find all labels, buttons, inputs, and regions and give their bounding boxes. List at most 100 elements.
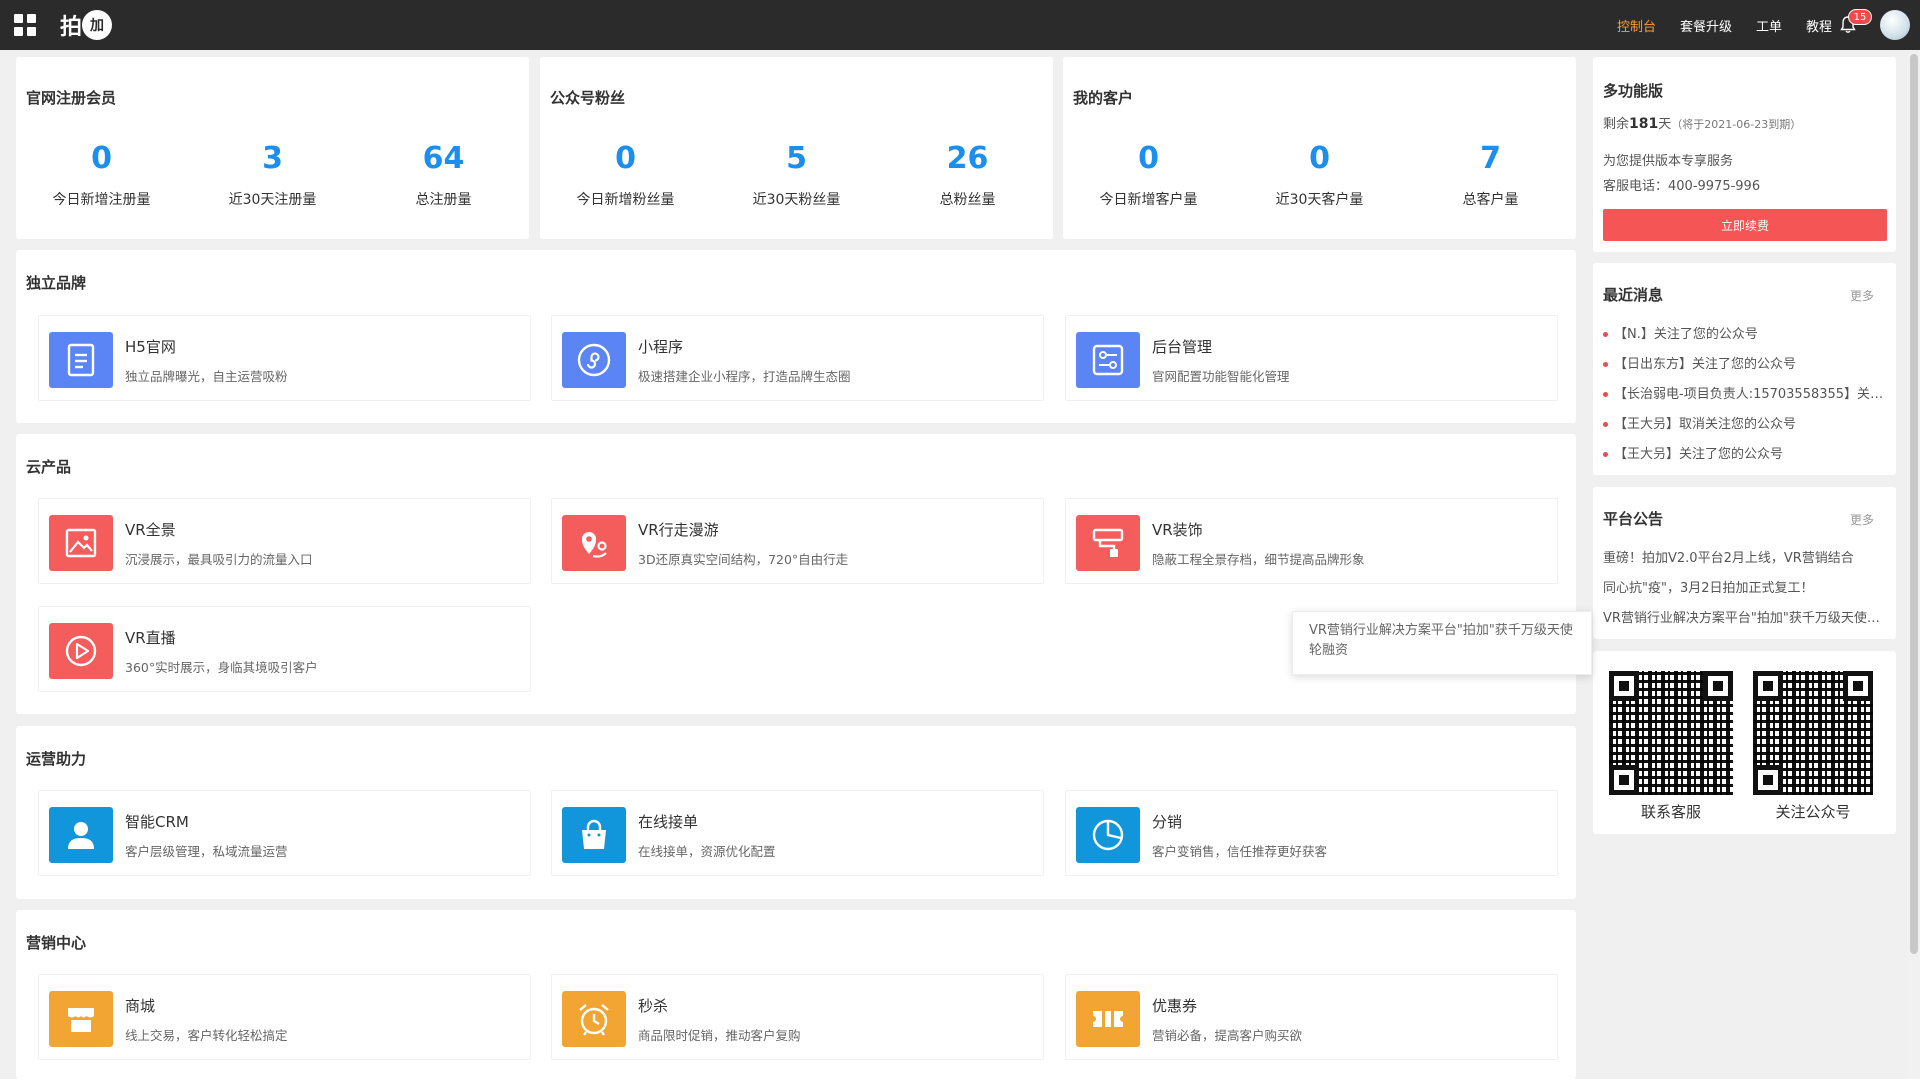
user-icon: [49, 807, 113, 863]
map-pin-icon: [562, 515, 626, 571]
stat-label: 今日新增注册量: [52, 192, 151, 208]
qrcode-card: 联系客服 关注公众号: [1593, 651, 1896, 834]
tile-desc: 3D还原真实空间结构，720°自由行走: [638, 552, 849, 567]
nav-tickets[interactable]: 工单: [1756, 16, 1782, 35]
stat-value[interactable]: 3: [187, 139, 358, 179]
stat-value[interactable]: 5: [711, 139, 882, 179]
page-scrollbar[interactable]: [1908, 50, 1920, 1079]
tile-name: 秒杀: [638, 997, 669, 1015]
tile-desc: 在线接单，资源优化配置: [638, 844, 776, 859]
tile-online-orders[interactable]: 在线接单 在线接单，资源优化配置: [551, 790, 1044, 876]
qrcode-follow: [1753, 671, 1873, 795]
tile-vr-live[interactable]: VR直播 360°实时展示，身临其境吸引客户: [38, 606, 531, 692]
shopping-bag-icon: [562, 807, 626, 863]
section-operations: 运营助力 智能CRM 客户层级管理，私域流量运营 在线接单 在线接单，资源优化配…: [16, 726, 1576, 899]
tile-name: 商城: [125, 997, 156, 1015]
notice-item[interactable]: 同心抗"疫"，3月2日拍加正式复工！: [1603, 577, 1885, 596]
notice-item[interactable]: 重磅！拍加V2.0平台2月上线，VR营销结合: [1603, 547, 1885, 566]
play-icon: [49, 623, 113, 679]
alarm-clock-icon: [562, 991, 626, 1047]
notification-badge: 15: [1848, 9, 1872, 25]
tile-name: 分销: [1152, 813, 1183, 831]
logo[interactable]: 拍 加: [60, 8, 113, 42]
service-phone: 客服电话：400-9975-996: [1603, 179, 1761, 194]
apps-grid-icon[interactable]: [14, 14, 36, 36]
stat-value[interactable]: 0: [1234, 139, 1405, 179]
scrollbar-thumb[interactable]: [1910, 54, 1918, 954]
tile-desc: 极速搭建企业小程序，打造品牌生态圈: [638, 369, 851, 384]
tile-vr-walk[interactable]: VR行走漫游 3D还原真实空间结构，720°自由行走: [551, 498, 1044, 584]
notice-item[interactable]: VR营销行业解决方案平台"拍加"获千万级天使轮融资: [1603, 607, 1885, 626]
qrcode-service: [1609, 671, 1733, 795]
tile-desc: 独立品牌曝光，自主运营吸粉: [125, 369, 288, 384]
section-title: 云产品: [26, 458, 72, 476]
nav-tutorial[interactable]: 教程: [1806, 16, 1832, 35]
service-text: 为您提供版本专享服务: [1603, 154, 1734, 169]
tile-mini-program[interactable]: 小程序 极速搭建企业小程序，打造品牌生态圈: [551, 315, 1044, 401]
section-marketing: 营销中心 商城 线上交易，客户转化轻松搞定 秒杀 商品限时促销，推动客户复购 优…: [16, 910, 1576, 1079]
stat-value[interactable]: 0: [540, 139, 711, 179]
card-title: 公众号粉丝: [550, 89, 626, 107]
tile-coupon[interactable]: 优惠券 营销必备，提高客户购买欲: [1065, 974, 1558, 1060]
tile-desc: 隐蔽工程全景存档，细节提高品牌形象: [1152, 552, 1365, 567]
tile-name: VR装饰: [1152, 521, 1203, 539]
messages-card: 最近消息 更多 【N.】关注了您的公众号 【日出东方】关注了您的公众号 【长治弱…: [1593, 263, 1896, 475]
mini-program-icon: [562, 332, 626, 388]
notices-more-link[interactable]: 更多: [1850, 511, 1874, 528]
section-title: 独立品牌: [26, 274, 87, 292]
tile-name: 智能CRM: [125, 813, 189, 831]
tile-name: 在线接单: [638, 813, 699, 831]
tile-desc: 线上交易，客户转化轻松搞定: [125, 1028, 288, 1043]
unread-dot: [1603, 392, 1608, 397]
unread-dot: [1603, 332, 1608, 337]
stat-value[interactable]: 64: [358, 139, 529, 179]
section-title: 运营助力: [26, 750, 87, 768]
message-item[interactable]: 【N.】关注了您的公众号: [1603, 323, 1885, 342]
stat-label: 总注册量: [415, 192, 472, 208]
plan-remaining: 剩余181天（将于2021-06-23到期）: [1603, 116, 1802, 132]
document-icon: [49, 332, 113, 388]
tile-vr-decoration[interactable]: VR装饰 隐蔽工程全景存档，细节提高品牌形象: [1065, 498, 1558, 584]
notices-title: 平台公告: [1603, 510, 1664, 528]
messages-more-link[interactable]: 更多: [1850, 287, 1874, 304]
paint-roller-icon: [1076, 515, 1140, 571]
card-title: 我的客户: [1073, 89, 1134, 107]
card-title: 官网注册会员: [26, 89, 117, 107]
stat-label: 近30天粉丝量: [752, 192, 841, 208]
stat-value[interactable]: 0: [16, 139, 187, 179]
qrcode-service-label: 联系客服: [1640, 803, 1701, 821]
notices-card: 平台公告 更多 重磅！拍加V2.0平台2月上线，VR营销结合 同心抗"疫"，3月…: [1593, 487, 1896, 639]
stat-value[interactable]: 7: [1405, 139, 1576, 179]
message-item[interactable]: 【王大叧】取消关注您的公众号: [1603, 413, 1885, 432]
tile-mall[interactable]: 商城 线上交易，客户转化轻松搞定: [38, 974, 531, 1060]
stat-value[interactable]: 26: [882, 139, 1053, 179]
settings-panel-icon: [1076, 332, 1140, 388]
tile-distribution[interactable]: 分销 客户变销售，信任推荐更好获客: [1065, 790, 1558, 876]
message-item[interactable]: 【王大叧】关注了您的公众号: [1603, 443, 1885, 462]
top-bar: 拍 加 控制台 套餐升级 工单 教程 15: [0, 0, 1920, 50]
renew-button[interactable]: 立即续费: [1603, 209, 1887, 241]
tile-name: VR行走漫游: [638, 521, 719, 539]
messages-title: 最近消息: [1603, 286, 1664, 304]
tile-vr-panorama[interactable]: VR全景 沉浸展示，最具吸引力的流量入口: [38, 498, 531, 584]
tile-name: VR全景: [125, 521, 176, 539]
stats-card-fans: 公众号粉丝 0 今日新增粉丝量 5 近30天粉丝量 26 总粉丝量: [540, 57, 1053, 239]
notice-tooltip: VR营销行业解决方案平台"拍加"获千万级天使轮融资: [1292, 611, 1592, 675]
message-item[interactable]: 【日出东方】关注了您的公众号: [1603, 353, 1885, 372]
tile-name: H5官网: [125, 338, 176, 356]
message-item[interactable]: 【长治弱电-项目负责人:15703558355】关注了您的公众号: [1603, 383, 1885, 402]
avatar[interactable]: [1880, 10, 1910, 40]
tile-h5-website[interactable]: H5官网 独立品牌曝光，自主运营吸粉: [38, 315, 531, 401]
tile-name: 后台管理: [1152, 338, 1213, 356]
nav-dashboard[interactable]: 控制台: [1617, 16, 1656, 35]
tile-crm[interactable]: 智能CRM 客户层级管理，私域流量运营: [38, 790, 531, 876]
section-brand: 独立品牌 H5官网 独立品牌曝光，自主运营吸粉 小程序 极速搭建企业小程序，打造…: [16, 250, 1576, 423]
tile-desc: 商品限时促销，推动客户复购: [638, 1028, 801, 1043]
nav-upgrade[interactable]: 套餐升级: [1680, 16, 1732, 35]
stat-label: 总粉丝量: [939, 192, 996, 208]
tile-admin[interactable]: 后台管理 官网配置功能智能化管理: [1065, 315, 1558, 401]
stats-card-customers: 我的客户 0 今日新增客户量 0 近30天客户量 7 总客户量: [1063, 57, 1576, 239]
tile-flash-sale[interactable]: 秒杀 商品限时促销，推动客户复购: [551, 974, 1044, 1060]
tile-desc: 客户层级管理，私域流量运营: [125, 844, 288, 859]
stat-value[interactable]: 0: [1063, 139, 1234, 179]
